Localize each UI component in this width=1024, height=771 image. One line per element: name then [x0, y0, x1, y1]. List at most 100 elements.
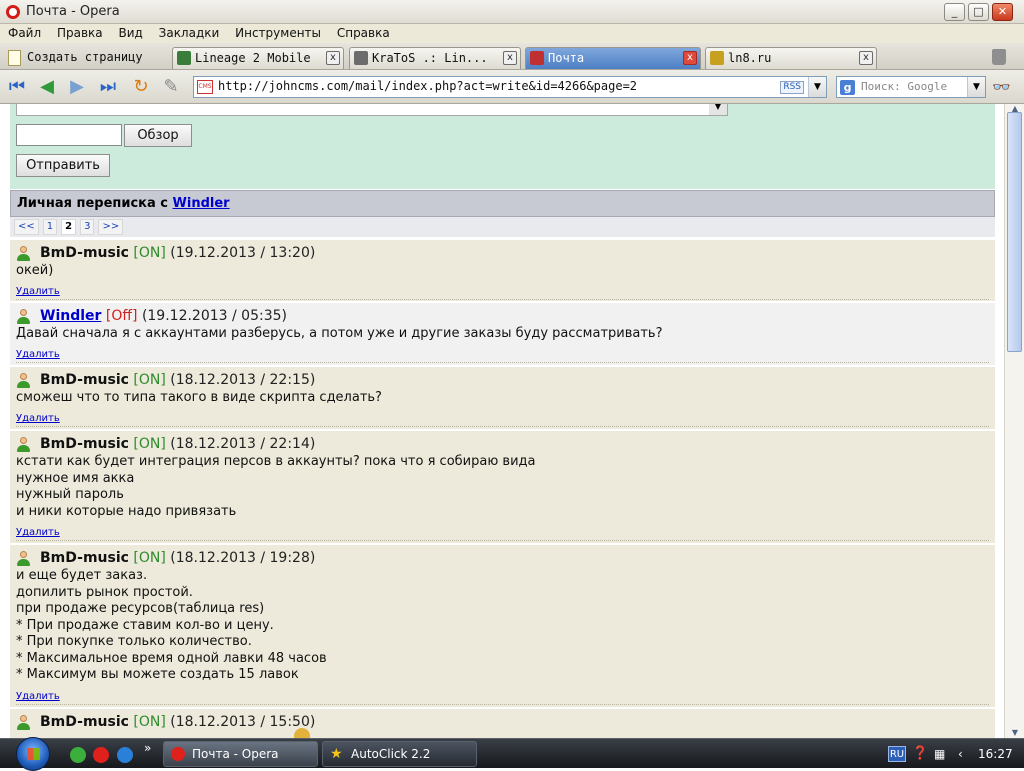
- edit-icon[interactable]: ✎: [160, 77, 182, 97]
- new-page-icon: [8, 49, 21, 66]
- task-opera[interactable]: Почта - Opera: [163, 741, 318, 767]
- message-header: BmD-music [ON] (19.12.2013 / 13:20): [40, 245, 315, 261]
- help-icon[interactable]: ❓: [912, 739, 928, 769]
- pager-first[interactable]: <<: [14, 219, 39, 235]
- glasses-icon[interactable]: 👓: [992, 78, 1011, 96]
- address-dropdown-icon[interactable]: ▼: [808, 77, 826, 97]
- new-page-button[interactable]: Создать страницу: [8, 47, 143, 67]
- task-autoclick[interactable]: ★ AutoClick 2.2: [322, 741, 477, 767]
- ie-icon[interactable]: [117, 747, 133, 763]
- message-author: BmD-music: [40, 550, 129, 566]
- user-icon: [16, 373, 31, 388]
- quicklaunch-more-icon[interactable]: »: [144, 739, 151, 769]
- message-header: Windler [Off] (19.12.2013 / 05:35): [40, 308, 287, 324]
- message-line: Давай сначала я с аккаунтами разберусь, …: [16, 326, 663, 341]
- message-line: * При покупке только количество.: [16, 634, 252, 649]
- menu-bookmarks[interactable]: Закладки: [155, 24, 224, 43]
- message-line: * Максимальное время одной лавки 48 часо…: [16, 650, 327, 666]
- star-icon: ★: [330, 746, 343, 762]
- language-indicator[interactable]: RU: [888, 746, 906, 762]
- utorrent-icon[interactable]: [70, 747, 86, 763]
- tab-label: ln8.ru: [728, 51, 772, 65]
- message-datetime: (18.12.2013 / 22:14): [170, 436, 316, 452]
- tab-favicon: [177, 51, 191, 65]
- tab-favicon: [710, 51, 724, 65]
- maximize-button[interactable]: □: [968, 3, 989, 21]
- forward-icon[interactable]: ▶: [66, 77, 88, 97]
- message-author-link[interactable]: Windler: [40, 308, 101, 324]
- message-body: окей): [16, 263, 53, 280]
- clock[interactable]: 16:27: [978, 739, 1013, 769]
- select-field[interactable]: ▼: [16, 104, 728, 116]
- opera-icon: [171, 747, 185, 761]
- online-status: [ON]: [133, 372, 166, 388]
- menu-edit[interactable]: Правка: [53, 24, 107, 43]
- search-field[interactable]: g Поиск: Google ▼: [836, 76, 986, 98]
- message-author: BmD-music: [40, 436, 129, 452]
- trash-icon[interactable]: [992, 49, 1006, 65]
- reload-icon[interactable]: ↻: [130, 77, 152, 97]
- online-status: [ON]: [133, 436, 166, 452]
- back-icon[interactable]: ◀: [36, 77, 58, 97]
- tray-expand-icon[interactable]: ‹: [958, 739, 963, 769]
- pager-last[interactable]: >>: [98, 219, 124, 235]
- delete-link[interactable]: Удалить: [16, 527, 60, 538]
- online-status: [ON]: [133, 245, 166, 261]
- tab-ln8[interactable]: ln8.ru x: [705, 47, 877, 69]
- minimize-button[interactable]: _: [944, 3, 965, 21]
- message-header: BmD-music [ON] (18.12.2013 / 22:15): [40, 372, 315, 388]
- chevron-down-icon[interactable]: ▼: [709, 104, 727, 115]
- start-button[interactable]: [16, 737, 50, 771]
- menu-bar: Файл Правка Вид Закладки Инструменты Спр…: [0, 24, 1024, 43]
- fast-forward-icon[interactable]: ⏭: [97, 77, 119, 97]
- message-author: BmD-music: [40, 714, 129, 730]
- tab-kratos[interactable]: KraToS .: Lin... x: [349, 47, 521, 69]
- file-input[interactable]: [16, 124, 122, 146]
- partner-link[interactable]: Windler: [173, 196, 230, 211]
- scroll-down-icon[interactable]: ▼: [1008, 728, 1022, 738]
- network-icon[interactable]: ▦: [934, 739, 945, 769]
- address-field[interactable]: CMS http://johncms.com/mail/index.php?ac…: [193, 76, 827, 98]
- google-icon[interactable]: g: [840, 80, 855, 95]
- tab-lineage[interactable]: Lineage 2 Mobile x: [172, 47, 344, 69]
- message-header: BmD-music [ON] (18.12.2013 / 19:28): [40, 550, 315, 566]
- rss-icon[interactable]: RSS: [780, 81, 804, 94]
- browse-button[interactable]: Обзор: [124, 124, 192, 147]
- menu-tools[interactable]: Инструменты: [231, 24, 325, 43]
- tab-bar: Создать страницу Lineage 2 Mobile x KraT…: [0, 43, 1024, 70]
- rewind-icon[interactable]: ⏮: [6, 77, 28, 97]
- compose-form: ▼ Обзор Отправить: [10, 104, 995, 189]
- delete-link[interactable]: Удалить: [16, 349, 60, 360]
- menu-help[interactable]: Справка: [333, 24, 394, 43]
- user-icon: [16, 246, 31, 261]
- user-icon: [16, 437, 31, 452]
- close-button[interactable]: ✕: [992, 3, 1013, 21]
- delete-link[interactable]: Удалить: [16, 691, 60, 702]
- pager-page-1[interactable]: 1: [42, 219, 58, 235]
- tab-close-icon[interactable]: x: [503, 51, 517, 65]
- tab-label: Lineage 2 Mobile: [195, 51, 311, 65]
- divider: [16, 704, 989, 705]
- window-titlebar: Почта - Opera _ □ ✕: [0, 0, 1024, 24]
- send-button[interactable]: Отправить: [16, 154, 110, 177]
- message-header: BmD-music [ON] (18.12.2013 / 22:14): [40, 436, 315, 452]
- vertical-scrollbar[interactable]: ▲ ▼: [1004, 104, 1024, 738]
- message-line: допилить рынок простой.: [16, 584, 193, 600]
- delete-link[interactable]: Удалить: [16, 413, 60, 424]
- scroll-thumb[interactable]: [1007, 112, 1022, 352]
- message-author: BmD-music: [40, 245, 129, 261]
- search-dropdown-icon[interactable]: ▼: [967, 77, 985, 97]
- delete-link[interactable]: Удалить: [16, 286, 60, 297]
- opera-quicklaunch-icon[interactable]: [93, 747, 109, 763]
- message-item: BmD-music [ON] (18.12.2013 / 22:14) кста…: [10, 429, 995, 543]
- tab-close-icon[interactable]: x: [683, 51, 697, 65]
- tab-favicon: [530, 51, 544, 65]
- tab-mail[interactable]: Почта x: [525, 47, 701, 69]
- tab-close-icon[interactable]: x: [859, 51, 873, 65]
- menu-file[interactable]: Файл: [4, 24, 45, 43]
- message-header: BmD-music [ON] (18.12.2013 / 15:50): [40, 714, 315, 730]
- pager-page-3[interactable]: 3: [80, 219, 95, 235]
- message-datetime: (19.12.2013 / 13:20): [170, 245, 316, 261]
- menu-view[interactable]: Вид: [114, 24, 146, 43]
- tab-close-icon[interactable]: x: [326, 51, 340, 65]
